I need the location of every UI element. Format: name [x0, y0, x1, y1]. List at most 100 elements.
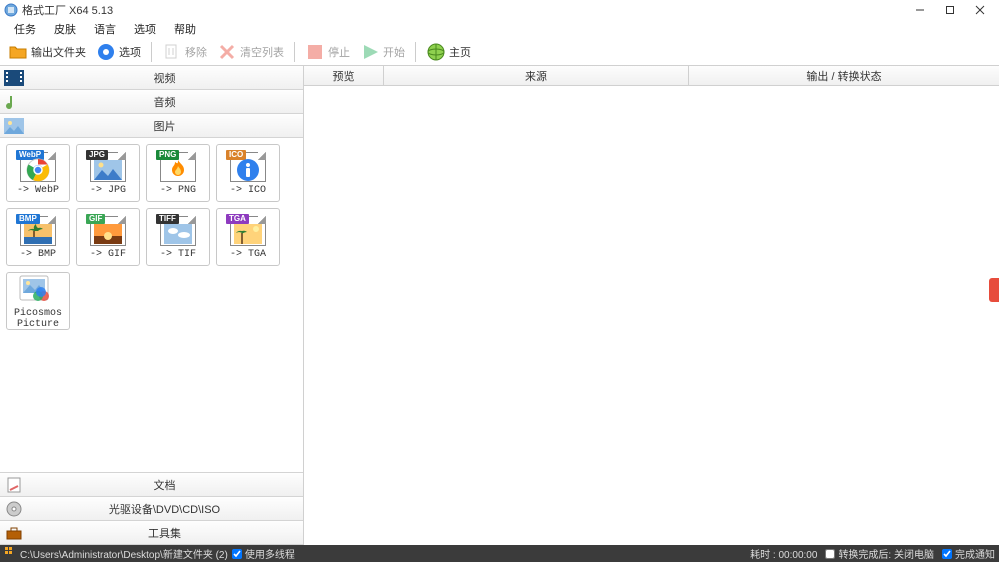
document-icon — [2, 475, 26, 495]
multithread-check[interactable]: 使用多线程 — [232, 546, 295, 561]
toolbar-label: 清空列表 — [240, 44, 284, 60]
clear-list-button[interactable]: 清空列表 — [213, 40, 288, 64]
category-label: 音频 — [26, 94, 303, 110]
toolbar-label: 输出文件夹 — [31, 44, 86, 60]
format-thumb: WebP — [20, 152, 56, 182]
format-label: Picosmos Picture — [14, 308, 62, 330]
clear-icon — [217, 42, 237, 62]
format-tile-png[interactable]: PNG -> PNG — [146, 144, 210, 202]
title-bar: 格式工厂 X64 5.13 — [0, 0, 999, 20]
category-label: 工具集 — [26, 525, 303, 541]
header-source[interactable]: 来源 — [384, 66, 689, 85]
status-bar: C:\Users\Administrator\Desktop\新建文件夹 (2)… — [0, 545, 999, 562]
menu-bar: 任务 皮肤 语言 选项 帮助 — [0, 20, 999, 38]
format-tile-picosmos[interactable]: Picosmos Picture — [6, 272, 70, 330]
format-thumb: GIF — [90, 216, 126, 246]
format-thumb: BMP — [20, 216, 56, 246]
format-label: -> PNG — [160, 185, 196, 196]
category-toolbox[interactable]: 工具集 — [0, 521, 303, 545]
waffle-icon[interactable] — [4, 546, 16, 561]
menu-help[interactable]: 帮助 — [166, 20, 204, 38]
format-label: -> JPG — [90, 185, 126, 196]
options-icon — [96, 42, 116, 62]
header-output[interactable]: 输出 / 转换状态 — [689, 66, 999, 85]
notify-checkbox[interactable] — [942, 549, 952, 559]
side-tab[interactable] — [989, 278, 999, 302]
options-button[interactable]: 选项 — [92, 40, 145, 64]
maximize-button[interactable] — [935, 0, 965, 20]
task-list[interactable] — [304, 86, 999, 545]
category-label: 视频 — [26, 70, 303, 86]
format-thumb: PNG — [160, 152, 196, 182]
toolbar-label: 开始 — [383, 44, 405, 60]
multithread-checkbox[interactable] — [232, 549, 242, 559]
image-icon — [2, 116, 26, 136]
video-icon — [2, 68, 26, 88]
category-video[interactable]: 视频 — [0, 66, 303, 90]
header-preview[interactable]: 预览 — [304, 66, 384, 85]
format-label: -> WebP — [17, 185, 59, 196]
elapsed-time: 耗时 : 00:00:00 — [750, 546, 817, 561]
close-button[interactable] — [965, 0, 995, 20]
right-panel: 预览 来源 输出 / 转换状态 — [304, 66, 999, 545]
start-button[interactable]: 开始 — [356, 40, 409, 64]
shutdown-label: 转换完成后: 关闭电脑 — [838, 546, 934, 561]
remove-button[interactable]: 移除 — [158, 40, 211, 64]
folder-icon — [8, 42, 28, 62]
format-tile-bmp[interactable]: BMP -> BMP — [6, 208, 70, 266]
play-icon — [360, 42, 380, 62]
output-path[interactable]: C:\Users\Administrator\Desktop\新建文件夹 (2) — [20, 546, 228, 561]
tools-icon — [2, 523, 26, 543]
app-icon — [4, 3, 18, 17]
globe-icon — [426, 42, 446, 62]
format-grid: WebP -> WebP JPG -> JPG PNG -> PNG ICO -> ICO BM… — [0, 138, 303, 472]
stop-icon — [305, 42, 325, 62]
audio-icon — [2, 92, 26, 112]
format-tile-gif[interactable]: GIF -> GIF — [76, 208, 140, 266]
remove-icon — [162, 42, 182, 62]
category-optical[interactable]: 光驱设备\DVD\CD\ISO — [0, 497, 303, 521]
notify-check[interactable]: 完成通知 — [942, 546, 995, 561]
shutdown-check[interactable]: 转换完成后: 关闭电脑 — [825, 546, 934, 561]
menu-options[interactable]: 选项 — [126, 20, 164, 38]
format-thumb: JPG — [90, 152, 126, 182]
format-label: -> BMP — [20, 249, 56, 260]
format-thumb: ICO — [230, 152, 266, 182]
shutdown-checkbox[interactable] — [825, 549, 835, 559]
category-label: 图片 — [26, 118, 303, 134]
menu-task[interactable]: 任务 — [6, 20, 44, 38]
bottom-categories: 文档 光驱设备\DVD\CD\ISO 工具集 — [0, 472, 303, 545]
category-document[interactable]: 文档 — [0, 473, 303, 497]
format-tile-jpg[interactable]: JPG -> JPG — [76, 144, 140, 202]
window-title: 格式工厂 X64 5.13 — [22, 2, 905, 18]
category-label: 光驱设备\DVD\CD\ISO — [26, 501, 303, 517]
home-button[interactable]: 主页 — [422, 40, 475, 64]
menu-skin[interactable]: 皮肤 — [46, 20, 84, 38]
main-area: 视频 音频 图片 WebP -> WebP JPG -> JPG PNG -> PNG IC… — [0, 66, 999, 545]
format-thumb: TGA — [230, 216, 266, 246]
format-tile-tga[interactable]: TGA -> TGA — [216, 208, 280, 266]
disc-icon — [2, 499, 26, 519]
stop-button[interactable]: 停止 — [301, 40, 354, 64]
format-tile-ico[interactable]: ICO -> ICO — [216, 144, 280, 202]
toolbar-label: 移除 — [185, 44, 207, 60]
format-label: -> GIF — [90, 249, 126, 260]
toolbar-label: 停止 — [328, 44, 350, 60]
format-tile-tif[interactable]: TIFF-> TIF — [146, 208, 210, 266]
menu-language[interactable]: 语言 — [86, 20, 124, 38]
window-controls — [905, 0, 995, 20]
output-folder-button[interactable]: 输出文件夹 — [4, 40, 90, 64]
category-label: 文档 — [26, 477, 303, 493]
format-tile-webp[interactable]: WebP -> WebP — [6, 144, 70, 202]
multithread-label: 使用多线程 — [245, 546, 295, 561]
format-label: -> ICO — [230, 185, 266, 196]
minimize-button[interactable] — [905, 0, 935, 20]
category-image[interactable]: 图片 — [0, 114, 303, 138]
category-audio[interactable]: 音频 — [0, 90, 303, 114]
format-thumb — [18, 274, 58, 305]
format-label: -> TGA — [230, 249, 266, 260]
toolbar: 输出文件夹 选项 移除 清空列表 停止 开始 主页 — [0, 38, 999, 66]
toolbar-label: 主页 — [449, 44, 471, 60]
toolbar-label: 选项 — [119, 44, 141, 60]
left-panel: 视频 音频 图片 WebP -> WebP JPG -> JPG PNG -> PNG IC… — [0, 66, 304, 545]
